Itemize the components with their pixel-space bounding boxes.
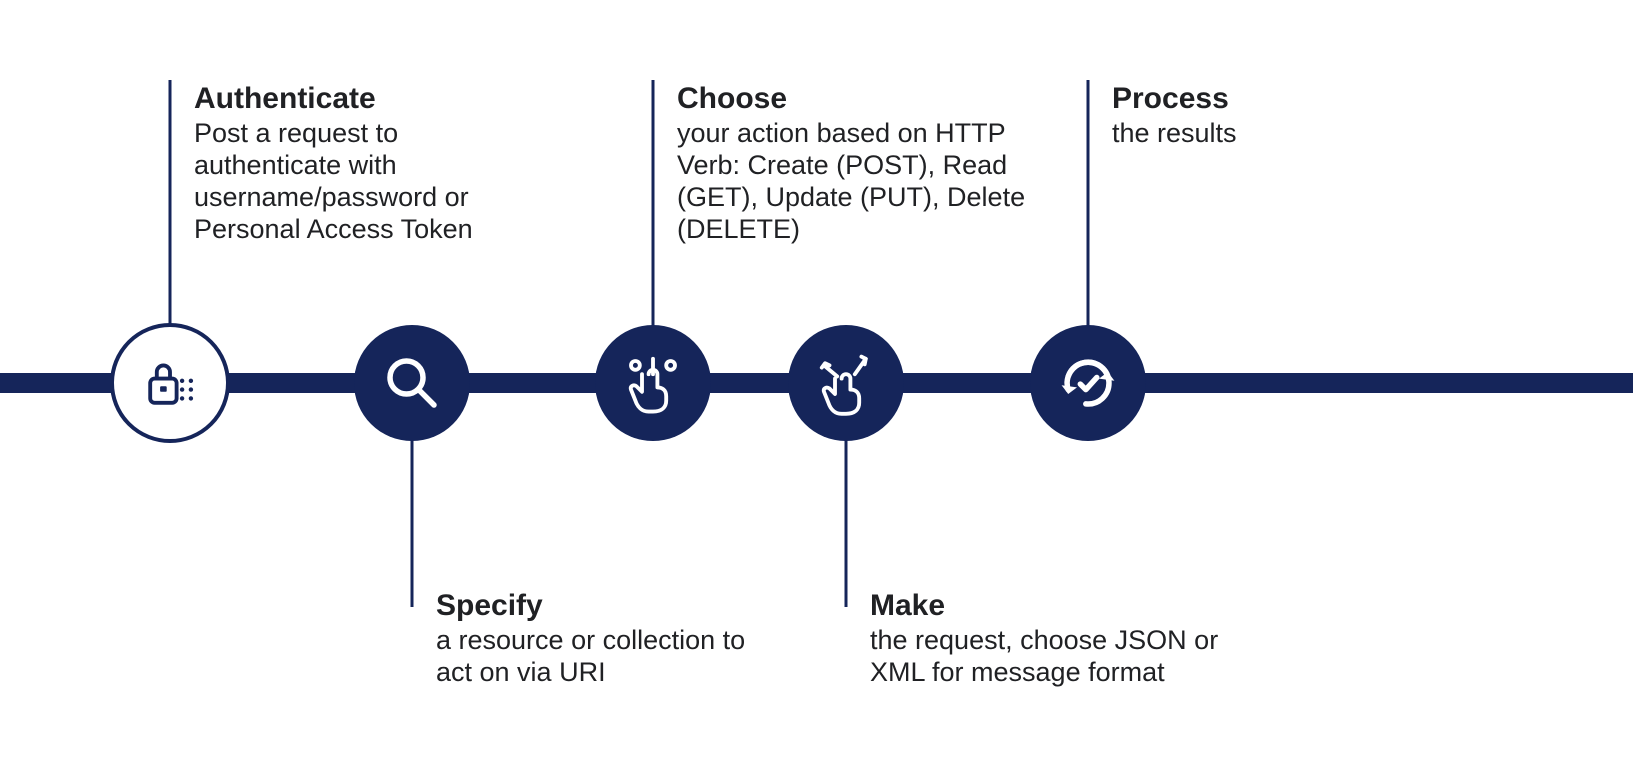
step-body-choose: your action based on HTTPVerb: Create (P… (677, 118, 1025, 244)
step-title-make: Make (870, 589, 945, 622)
step-node-choose (595, 325, 711, 441)
step-node-make (788, 325, 904, 441)
step-title-choose: Choose (677, 82, 787, 115)
step-node-process (1030, 325, 1146, 441)
step-node-specify (354, 325, 470, 441)
step-body-make: the request, choose JSON orXML for messa… (870, 625, 1218, 687)
step-node-authenticate (112, 325, 228, 441)
step-body-authenticate: Post a request toauthenticate withuserna… (194, 118, 473, 244)
step-title-specify: Specify (436, 589, 543, 622)
step-body-specify: a resource or collection toact on via UR… (436, 625, 745, 687)
step-title-process: Process (1112, 82, 1229, 115)
step-body-process: the results (1112, 118, 1237, 148)
step-title-authenticate: Authenticate (194, 82, 376, 115)
